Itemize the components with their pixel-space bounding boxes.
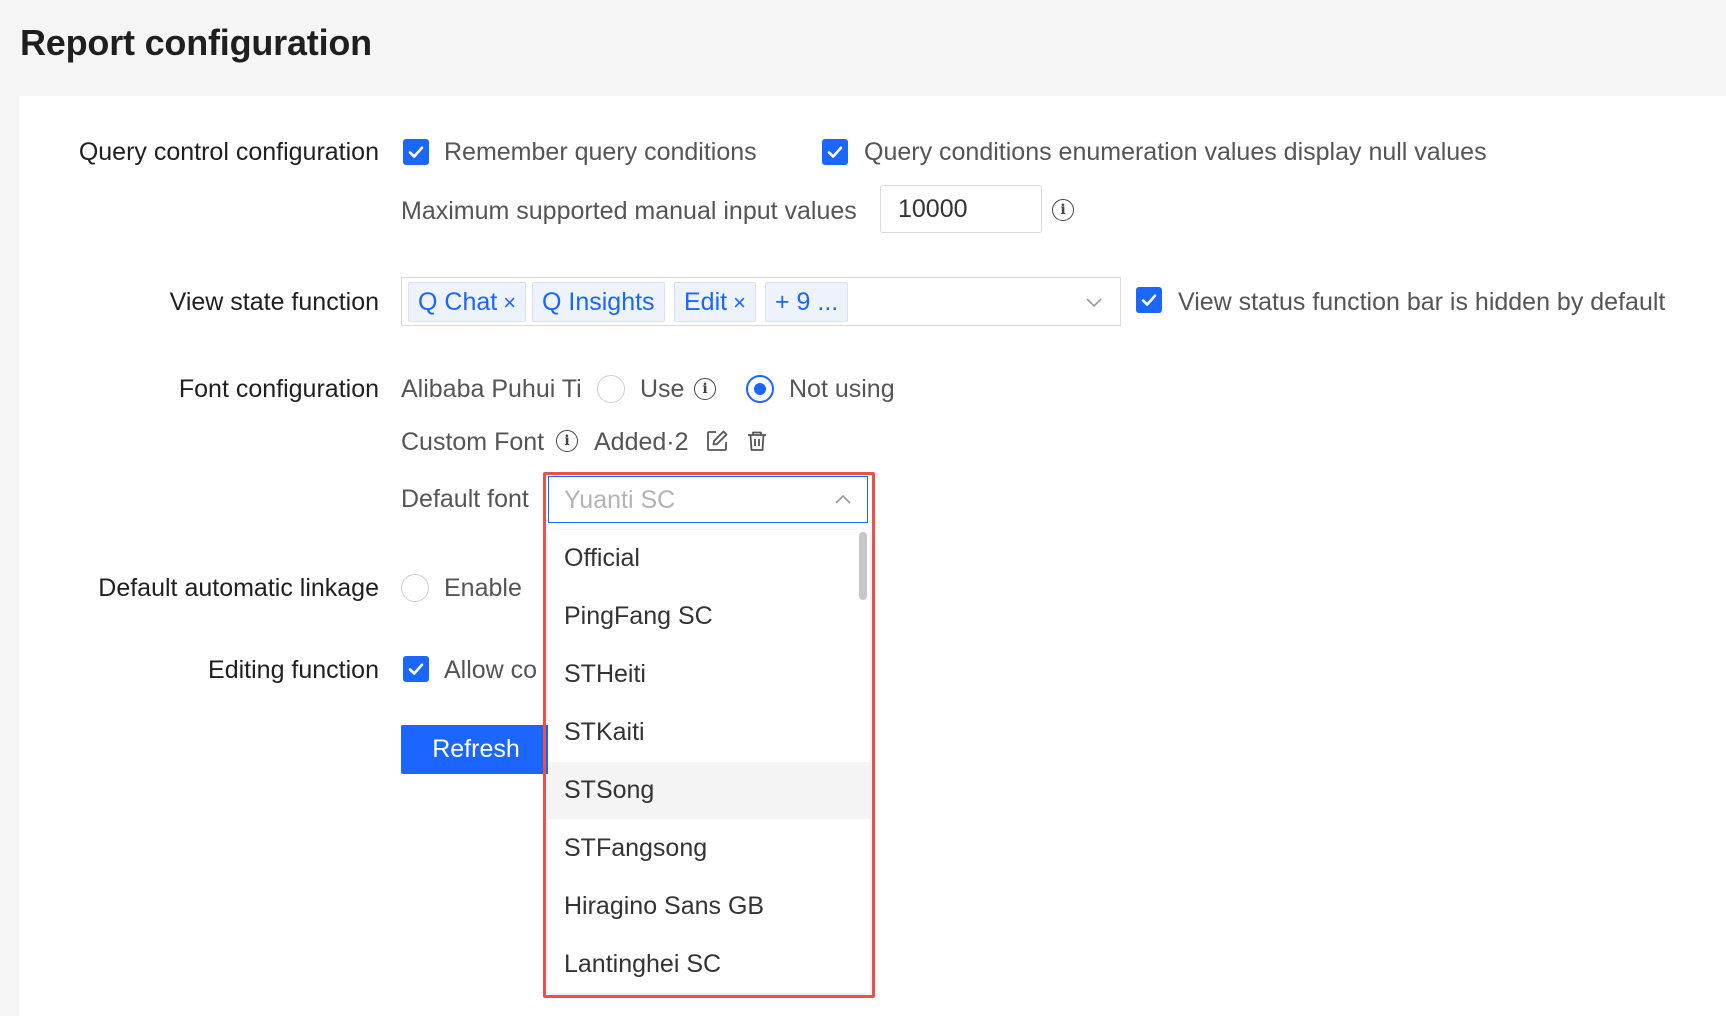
enable-radio[interactable] bbox=[401, 574, 429, 602]
remember-query-label: Remember query conditions bbox=[444, 138, 757, 166]
close-icon[interactable]: × bbox=[733, 290, 746, 315]
tag-q-chat: Q Chat × bbox=[408, 282, 527, 322]
font-option[interactable]: STKaiti bbox=[548, 704, 870, 761]
alibaba-font-label: Alibaba Puhui Ti bbox=[401, 375, 582, 403]
default-font-placeholder: Yuanti SC bbox=[564, 486, 676, 514]
linkage-label: Default automatic linkage bbox=[98, 574, 379, 602]
chevron-up-icon[interactable] bbox=[834, 491, 852, 509]
page-title: Report configuration bbox=[20, 22, 372, 63]
font-option[interactable]: PingFang SC bbox=[548, 588, 870, 645]
not-using-label: Not using bbox=[789, 375, 895, 403]
tag-q-insights: Q Insights bbox=[532, 282, 665, 322]
added-count: Added·2 bbox=[594, 428, 689, 456]
config-panel bbox=[19, 96, 1726, 1016]
tag-label: Edit bbox=[684, 288, 728, 316]
font-option-hovered[interactable]: STSong bbox=[548, 762, 870, 819]
tag-edit: Edit × bbox=[674, 282, 756, 322]
tag-label: Q Insights bbox=[542, 288, 655, 316]
dropdown-scrollbar[interactable] bbox=[859, 532, 867, 600]
tag-label: Q Chat bbox=[418, 288, 498, 316]
info-icon[interactable]: i bbox=[556, 430, 578, 452]
font-option[interactable]: STFangsong bbox=[548, 820, 870, 877]
chevron-down-icon[interactable] bbox=[1085, 293, 1103, 311]
font-option[interactable]: STHeiti bbox=[548, 646, 870, 703]
font-option[interactable]: Official bbox=[548, 530, 870, 587]
checkmark-icon bbox=[408, 663, 424, 675]
remember-query-checkbox[interactable] bbox=[403, 139, 429, 165]
hidden-default-label: View status function bar is hidden by de… bbox=[1178, 288, 1666, 316]
trash-icon[interactable] bbox=[745, 429, 769, 453]
custom-font-label: Custom Font bbox=[401, 428, 545, 456]
tag-more[interactable]: + 9 ... bbox=[765, 282, 849, 322]
checkmark-icon bbox=[827, 146, 843, 158]
null-values-checkbox[interactable] bbox=[822, 139, 848, 165]
font-option[interactable]: Hiragino Sans GB bbox=[548, 878, 870, 935]
use-radio[interactable] bbox=[597, 375, 625, 403]
font-dropdown: Official PingFang SC STHeiti STKaiti STS… bbox=[548, 530, 870, 993]
query-control-label: Query control configuration bbox=[78, 138, 379, 166]
info-icon[interactable]: i bbox=[694, 378, 716, 400]
not-using-radio[interactable] bbox=[746, 375, 774, 403]
font-option[interactable]: Lantinghei SC bbox=[548, 936, 870, 993]
allow-checkbox[interactable] bbox=[403, 656, 429, 682]
info-icon[interactable]: i bbox=[1052, 199, 1074, 221]
checkmark-icon bbox=[1141, 294, 1157, 306]
close-icon[interactable]: × bbox=[503, 290, 516, 315]
max-input-label: Maximum supported manual input values bbox=[401, 197, 857, 225]
use-label: Use bbox=[640, 375, 685, 403]
hidden-default-checkbox[interactable] bbox=[1136, 287, 1162, 313]
default-font-label: Default font bbox=[401, 485, 529, 513]
refresh-button[interactable]: Refresh bbox=[401, 725, 551, 774]
view-state-select[interactable]: Q Chat × Q Insights Edit × + 9 ... bbox=[401, 277, 1121, 326]
tag-label: + 9 ... bbox=[775, 288, 839, 316]
font-config-label: Font configuration bbox=[178, 375, 379, 403]
enable-label: Enable bbox=[444, 574, 522, 602]
null-values-label: Query conditions enumeration values disp… bbox=[864, 138, 1487, 166]
allow-label: Allow co bbox=[444, 656, 538, 684]
default-font-select[interactable]: Yuanti SC bbox=[548, 476, 868, 523]
edit-icon[interactable] bbox=[705, 429, 729, 453]
checkmark-icon bbox=[408, 146, 424, 158]
editing-label: Editing function bbox=[208, 656, 379, 684]
view-state-label: View state function bbox=[169, 288, 379, 316]
max-input-field[interactable]: 10000 bbox=[880, 185, 1042, 233]
